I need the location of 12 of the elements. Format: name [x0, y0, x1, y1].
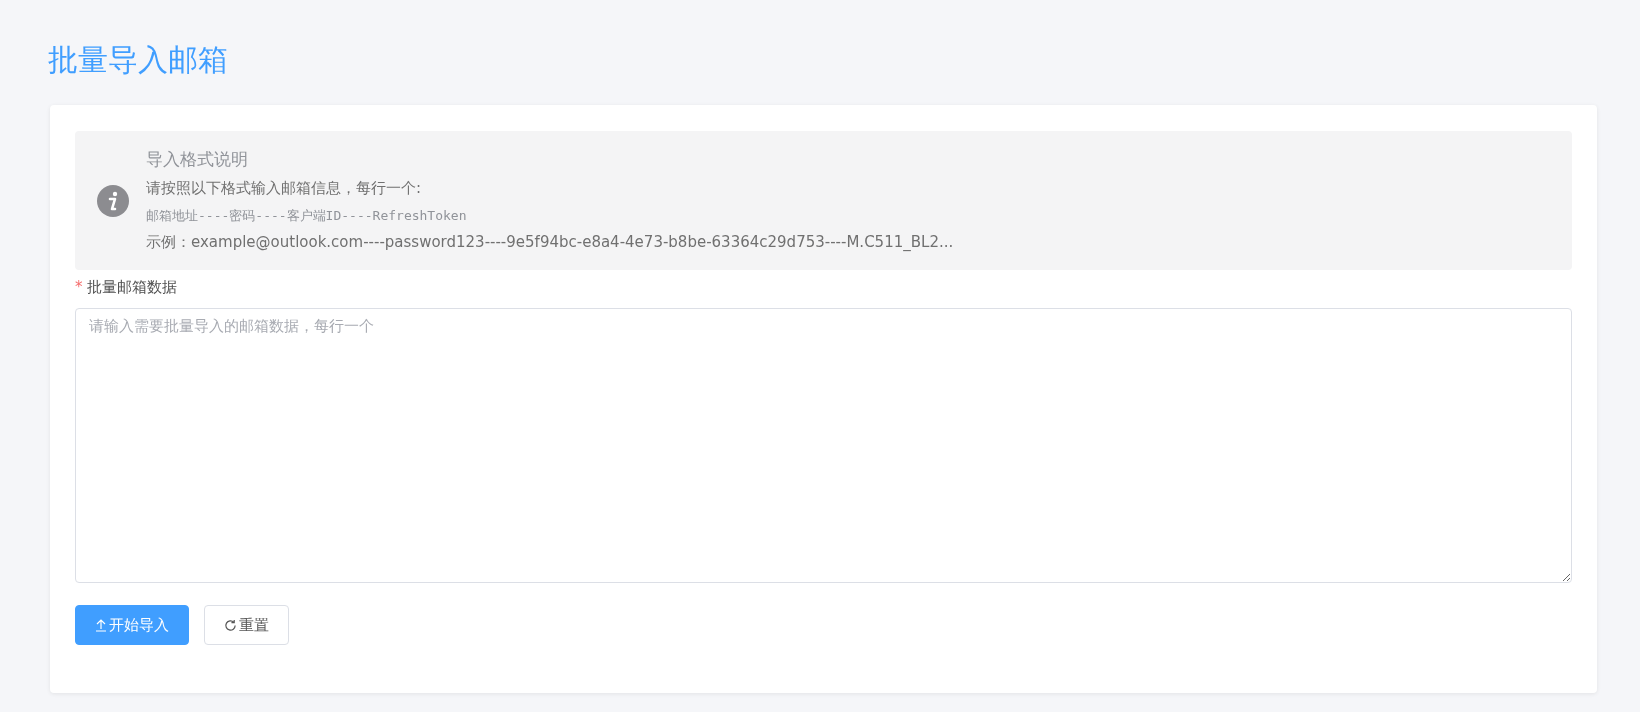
refresh-icon: [224, 618, 237, 632]
alert-text: 示例：example@outlook.com----password123----9e5f94bc-e8a4-4e73-b8be-63364c29d753----M.C511_BL2...: [146, 232, 954, 253]
upload-icon: [95, 618, 107, 632]
page-title: 批量导入邮箱: [48, 41, 229, 79]
format-text: 邮箱地址----密码----客户端ID----RefreshToken: [146, 207, 468, 225]
field-label: 批量邮箱数据: [86, 277, 177, 298]
alert-title: 导入格式说明: [146, 148, 249, 171]
input-field[interactable]: 请输入需要批量导入的邮箱数据，每行一个: [75, 308, 1572, 583]
info-icon: [97, 184, 129, 217]
alert-text: 请按照以下格式输入邮箱信息，每行一个:: [146, 178, 423, 199]
reset-button[interactable]: 重置: [204, 605, 289, 645]
required-mark: *: [75, 277, 83, 298]
